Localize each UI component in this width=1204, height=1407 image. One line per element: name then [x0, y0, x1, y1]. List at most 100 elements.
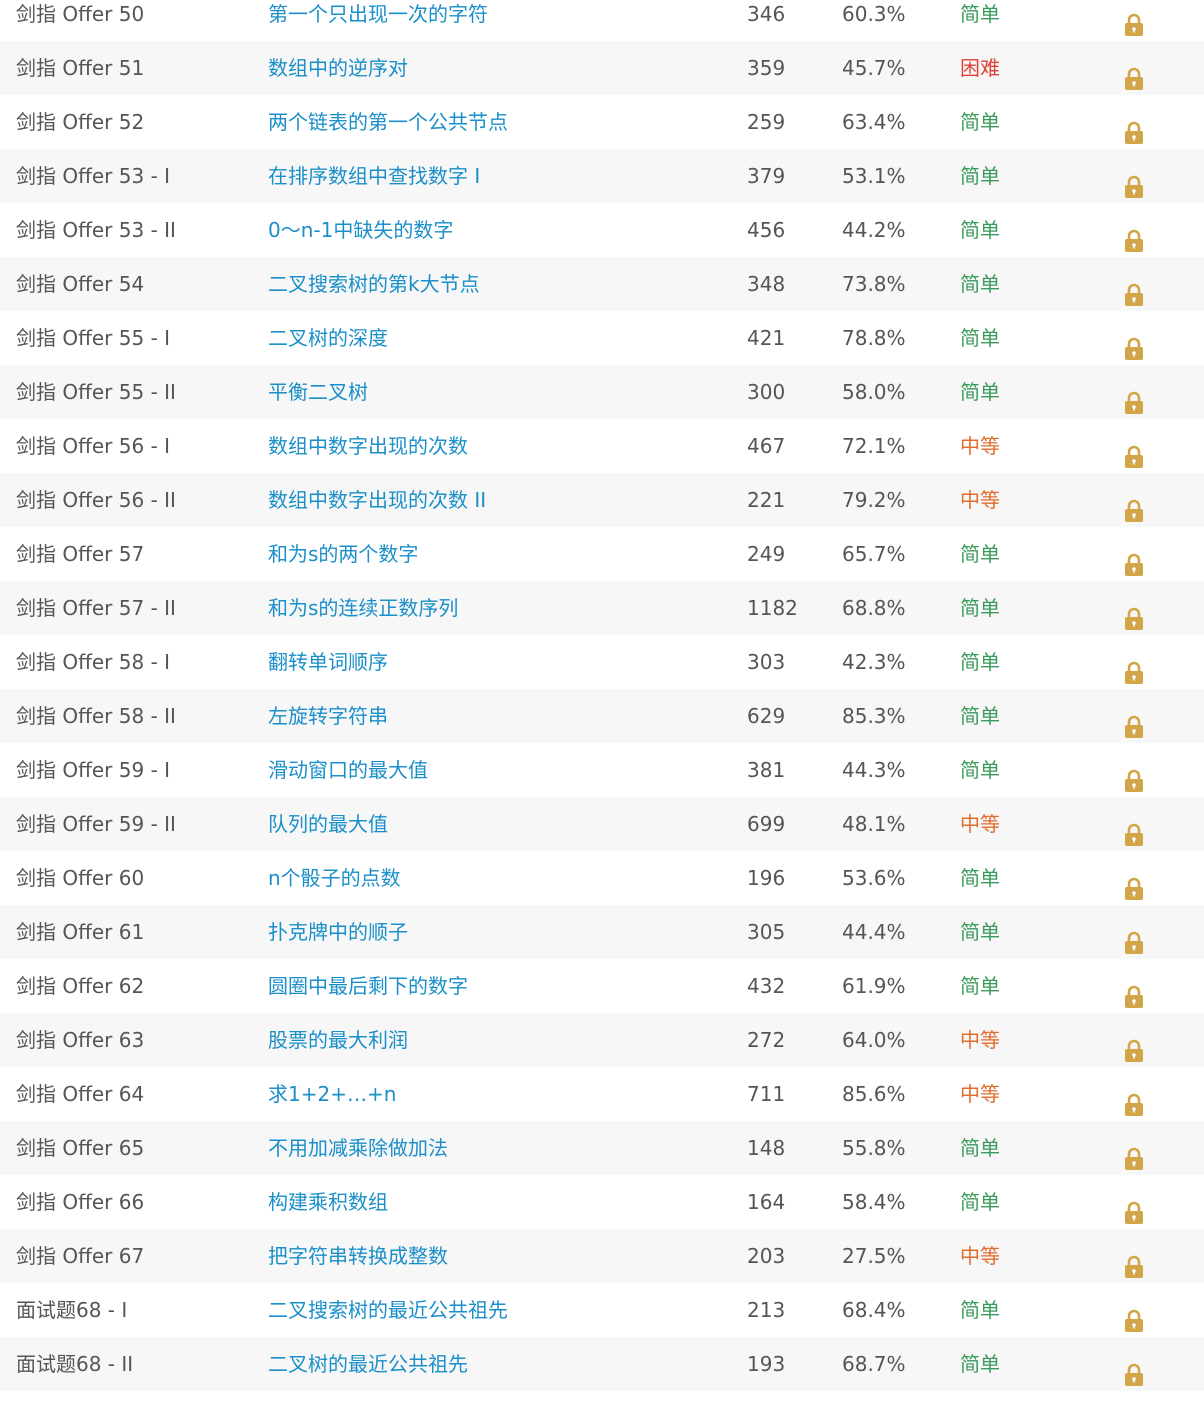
- problem-title-link[interactable]: 平衡二叉树: [268, 365, 368, 419]
- problem-id: 剑指 Offer 50: [16, 2, 145, 26]
- lock-icon[interactable]: [1123, 219, 1145, 252]
- lock-icon[interactable]: [1123, 975, 1145, 1008]
- lock-icon[interactable]: [1123, 651, 1145, 684]
- solution-count: 221: [747, 488, 786, 512]
- table-row: 剑指 Offer 63 股票的最大利润 272 64.0% 中等: [0, 1013, 1204, 1067]
- table-row: 剑指 Offer 51 数组中的逆序对 359 45.7% 困难: [0, 41, 1204, 95]
- problem-title-link[interactable]: 把字符串转换成整数: [268, 1229, 448, 1283]
- problem-id: 剑指 Offer 53 - I: [16, 164, 171, 188]
- lock-icon[interactable]: [1123, 1191, 1145, 1224]
- acceptance-rate: 68.4%: [842, 1298, 906, 1322]
- problem-id: 剑指 Offer 54: [16, 272, 145, 296]
- acceptance-rate: 44.2%: [842, 218, 906, 242]
- difficulty-label: 简单: [960, 326, 1000, 350]
- lock-icon[interactable]: [1123, 1353, 1145, 1386]
- problem-id: 剑指 Offer 56 - I: [16, 434, 171, 458]
- acceptance-rate: 68.8%: [842, 596, 906, 620]
- difficulty-label: 简单: [960, 596, 1000, 620]
- problem-title-link[interactable]: 数组中数字出现的次数: [268, 419, 468, 473]
- solution-count: 346: [747, 2, 786, 26]
- lock-icon[interactable]: [1123, 1083, 1145, 1116]
- lock-icon[interactable]: [1123, 273, 1145, 306]
- acceptance-rate: 44.4%: [842, 920, 906, 944]
- lock-icon[interactable]: [1123, 3, 1145, 36]
- lock-icon[interactable]: [1123, 165, 1145, 198]
- lock-icon[interactable]: [1123, 921, 1145, 954]
- problem-title-link[interactable]: 数组中数字出现的次数 II: [268, 473, 486, 527]
- problem-title-link[interactable]: 在排序数组中查找数字 I: [268, 149, 480, 203]
- problem-title-link[interactable]: 求1+2+…+n: [268, 1067, 396, 1121]
- table-row: 剑指 Offer 57 - II 和为s的连续正数序列 1182 68.8% 简单: [0, 581, 1204, 635]
- lock-icon[interactable]: [1123, 543, 1145, 576]
- acceptance-rate: 60.3%: [842, 2, 906, 26]
- difficulty-label: 简单: [960, 542, 1000, 566]
- lock-icon[interactable]: [1123, 111, 1145, 144]
- solution-count: 164: [747, 1190, 786, 1214]
- lock-icon[interactable]: [1123, 1245, 1145, 1278]
- problem-id: 剑指 Offer 55 - II: [16, 380, 176, 404]
- problem-title-link[interactable]: 股票的最大利润: [268, 1013, 408, 1067]
- difficulty-label: 简单: [960, 164, 1000, 188]
- problem-title-link[interactable]: 二叉树的最近公共祖先: [268, 1337, 468, 1391]
- solution-count: 456: [747, 218, 786, 242]
- acceptance-rate: 79.2%: [842, 488, 906, 512]
- problem-title-link[interactable]: 扑克牌中的顺子: [268, 905, 408, 959]
- lock-icon[interactable]: [1123, 813, 1145, 846]
- solution-count: 432: [747, 974, 786, 998]
- lock-icon[interactable]: [1123, 327, 1145, 360]
- lock-icon[interactable]: [1123, 489, 1145, 522]
- lock-icon[interactable]: [1123, 867, 1145, 900]
- table-row: 剑指 Offer 56 - II 数组中数字出现的次数 II 221 79.2% 中等: [0, 473, 1204, 527]
- problem-title-link[interactable]: 0～n-1中缺失的数字: [268, 203, 453, 257]
- lock-icon: [1125, 499, 1143, 522]
- problem-title-link[interactable]: 不用加减乘除做加法: [268, 1121, 448, 1175]
- table-row: 剑指 Offer 59 - II 队列的最大值 699 48.1% 中等: [0, 797, 1204, 851]
- acceptance-rate: 53.1%: [842, 164, 906, 188]
- lock-icon: [1125, 553, 1143, 576]
- lock-icon: [1125, 445, 1143, 468]
- problem-title-link[interactable]: 翻转单词顺序: [268, 635, 388, 689]
- lock-icon[interactable]: [1123, 1299, 1145, 1332]
- difficulty-label: 中等: [960, 1082, 1000, 1106]
- problem-title-link[interactable]: 左旋转字符串: [268, 689, 388, 743]
- solution-count: 193: [747, 1352, 786, 1376]
- lock-icon[interactable]: [1123, 597, 1145, 630]
- lock-icon[interactable]: [1123, 705, 1145, 738]
- lock-icon: [1125, 985, 1143, 1008]
- lock-icon[interactable]: [1123, 435, 1145, 468]
- solution-count: 379: [747, 164, 786, 188]
- difficulty-label: 简单: [960, 218, 1000, 242]
- solution-count: 300: [747, 380, 786, 404]
- lock-icon: [1125, 337, 1143, 360]
- solution-count: 467: [747, 434, 786, 458]
- problem-title-link[interactable]: 二叉搜索树的最近公共祖先: [268, 1283, 508, 1337]
- problem-title-link[interactable]: 两个链表的第一个公共节点: [268, 95, 508, 149]
- solution-count: 272: [747, 1028, 786, 1052]
- difficulty-label: 简单: [960, 650, 1000, 674]
- lock-icon[interactable]: [1123, 1029, 1145, 1062]
- table-row: 剑指 Offer 60 n个骰子的点数 196 53.6% 简单: [0, 851, 1204, 905]
- problem-id: 剑指 Offer 57: [16, 542, 145, 566]
- lock-icon[interactable]: [1123, 381, 1145, 414]
- lock-icon[interactable]: [1123, 1137, 1145, 1170]
- problem-title-link[interactable]: 和为s的连续正数序列: [268, 581, 458, 635]
- problem-title-link[interactable]: 二叉树的深度: [268, 311, 388, 365]
- problem-title-link[interactable]: 队列的最大值: [268, 797, 388, 851]
- table-row: 剑指 Offer 57 和为s的两个数字 249 65.7% 简单: [0, 527, 1204, 581]
- problem-title-link[interactable]: 和为s的两个数字: [268, 527, 418, 581]
- problem-id: 剑指 Offer 58 - I: [16, 650, 171, 674]
- acceptance-rate: 58.0%: [842, 380, 906, 404]
- problem-title-link[interactable]: n个骰子的点数: [268, 851, 401, 905]
- problem-title-link[interactable]: 第一个只出现一次的字符: [268, 0, 488, 41]
- lock-icon: [1125, 121, 1143, 144]
- acceptance-rate: 27.5%: [842, 1244, 906, 1268]
- problem-title-link[interactable]: 圆圈中最后剩下的数字: [268, 959, 468, 1013]
- solution-count: 213: [747, 1298, 786, 1322]
- lock-icon[interactable]: [1123, 759, 1145, 792]
- problem-title-link[interactable]: 数组中的逆序对: [268, 41, 408, 95]
- problem-title-link[interactable]: 滑动窗口的最大值: [268, 743, 428, 797]
- problem-title-link[interactable]: 二叉搜索树的第k大节点: [268, 257, 480, 311]
- lock-icon[interactable]: [1123, 57, 1145, 90]
- problem-title-link[interactable]: 构建乘积数组: [268, 1175, 388, 1229]
- problem-id: 面试题68 - I: [16, 1298, 128, 1322]
